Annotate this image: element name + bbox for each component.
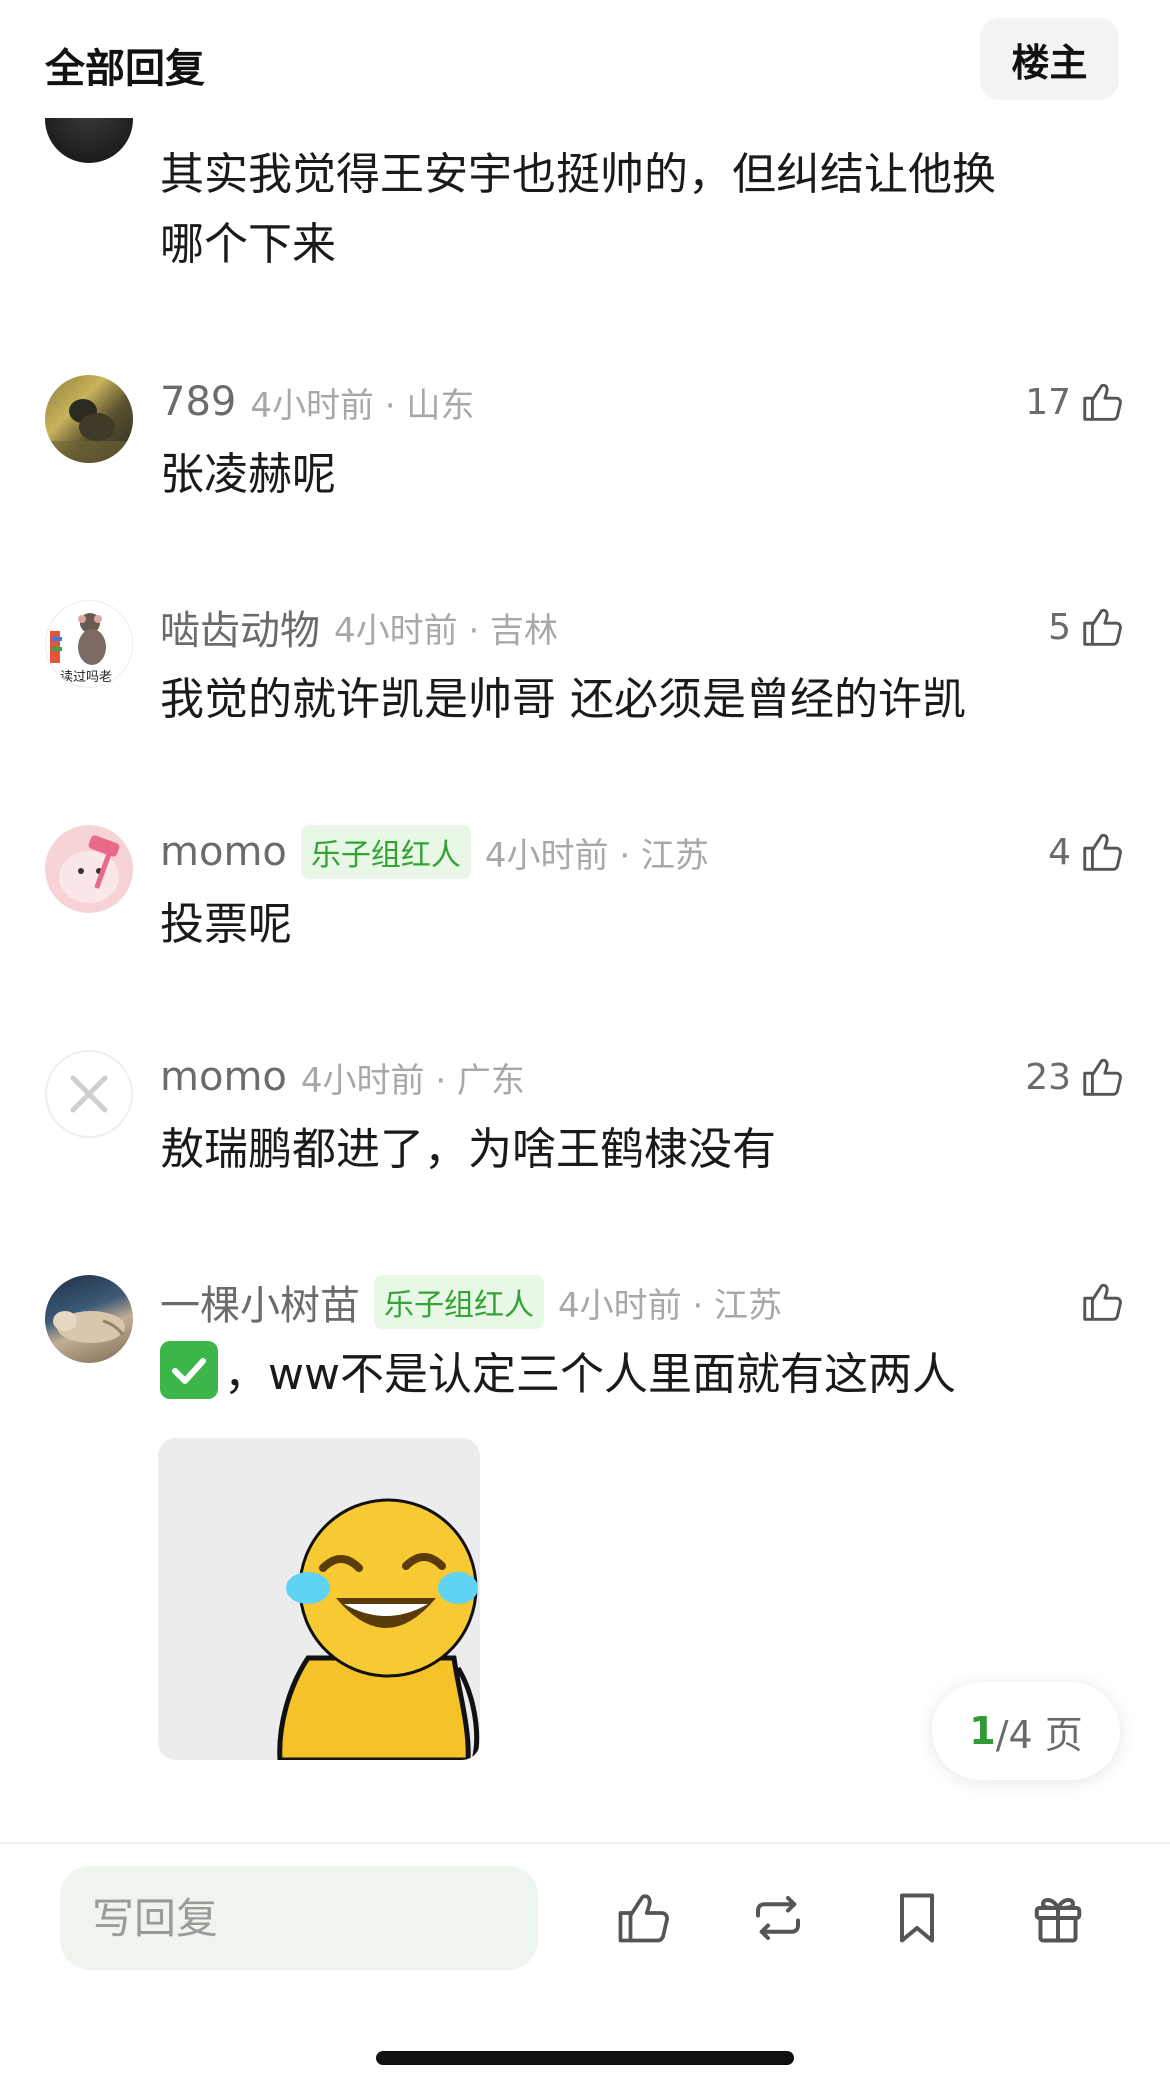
like-button[interactable]: 5 (1048, 597, 1125, 657)
thumbs-up-icon (1083, 608, 1122, 646)
comments-page: 其实我觉得王安宇也挺帅的，但纠结让他换 哪个下来 全部回复 楼主 789 4小时… (0, 0, 1170, 2099)
avatar[interactable] (45, 825, 133, 913)
username[interactable]: 啮齿动物 (160, 598, 320, 656)
comment-text: ，ww不是认定三个人里面就有这两人 (160, 1340, 1100, 1410)
like-button[interactable]: 4 (1048, 822, 1125, 882)
user-badge: 乐子组红人 (374, 1275, 544, 1329)
username[interactable]: 789 (160, 379, 236, 425)
like-button[interactable]: 23 (1025, 1047, 1125, 1107)
timestamp-location: 4小时前 · 吉林 (334, 610, 559, 651)
page-indicator[interactable]: 1 /4 页 (932, 1682, 1120, 1780)
timestamp-location: 4小时前 · 江苏 (558, 1285, 783, 1326)
comment-text: 其实我觉得王安宇也挺帅的，但纠结让他换 哪个下来 (160, 140, 1100, 280)
username[interactable]: 一棵小树苗 (160, 1273, 360, 1331)
like-button[interactable] (1079, 1272, 1125, 1332)
avatar-caption: 读过吗老 (60, 670, 112, 685)
page-title: 全部回复 (45, 46, 205, 92)
header: 全部回复 楼主 (0, 0, 1170, 118)
comment-meta: momo 4小时前 · 广东 (160, 1047, 525, 1107)
comment-text: 敖瑞鹏都进了，为啥王鹤棣没有 (160, 1124, 776, 1175)
user-badge: 乐子组红人 (300, 825, 471, 879)
avatar[interactable]: 读过吗老 (45, 600, 133, 688)
avatar[interactable] (45, 1275, 133, 1363)
comment-meta: 789 4小时前 · 山东 (160, 372, 474, 432)
like-count: 4 (1048, 831, 1071, 873)
like-count: 23 (1025, 1056, 1071, 1098)
thumbs-up-icon (1083, 833, 1122, 871)
comment-text-body: ，ww不是认定三个人里面就有这两人 (224, 1349, 956, 1400)
timestamp-location: 4小时前 · 广东 (300, 1060, 525, 1101)
thumbs-up-icon (1083, 1283, 1122, 1321)
comment-meta: momo 乐子组红人 4小时前 · 江苏 (160, 822, 709, 882)
comment-text-line: 哪个下来 (160, 219, 336, 270)
comment-text-line: 其实我觉得王安宇也挺帅的，但纠结让他换 (160, 149, 996, 200)
thumbs-up-icon[interactable] (613, 1888, 673, 1948)
owner-only-button[interactable]: 楼主 (980, 18, 1119, 100)
reply-input[interactable] (60, 1866, 538, 1970)
timestamp-location: 4小时前 · 江苏 (484, 835, 709, 876)
avatar[interactable] (45, 1050, 133, 1138)
total-pages: /4 页 (995, 1712, 1083, 1757)
like-count: 5 (1048, 606, 1071, 648)
sticker-image[interactable] (158, 1438, 480, 1760)
laughing-emoji-sticker (277, 1498, 480, 1760)
comment-meta: 一棵小树苗 乐子组红人 4小时前 · 江苏 (160, 1272, 782, 1332)
thumbs-up-icon (1083, 1058, 1122, 1096)
comment-text: 张凌赫呢 (160, 449, 336, 500)
username[interactable]: momo (160, 829, 287, 875)
comment-meta: 啮齿动物 4小时前 · 吉林 (160, 597, 558, 657)
home-indicator[interactable] (376, 2051, 794, 2065)
repost-icon[interactable] (748, 1888, 808, 1948)
gift-icon[interactable] (1028, 1888, 1088, 1948)
comment-text: 我觉的就许凯是帅哥 还必须是曾经的许凯 (160, 674, 966, 725)
thumbs-up-icon (1083, 383, 1122, 421)
like-count: 17 (1025, 381, 1071, 423)
divider (0, 1842, 1170, 1844)
check-mark-emoji (160, 1341, 218, 1399)
bookmark-icon[interactable] (887, 1888, 947, 1948)
current-page: 1 (969, 1709, 996, 1753)
like-button[interactable]: 17 (1025, 372, 1125, 432)
comment-text: 投票呢 (160, 899, 292, 950)
close-icon (70, 1075, 108, 1113)
timestamp-location: 4小时前 · 山东 (250, 385, 475, 426)
avatar[interactable] (45, 375, 133, 463)
username[interactable]: momo (160, 1054, 287, 1100)
